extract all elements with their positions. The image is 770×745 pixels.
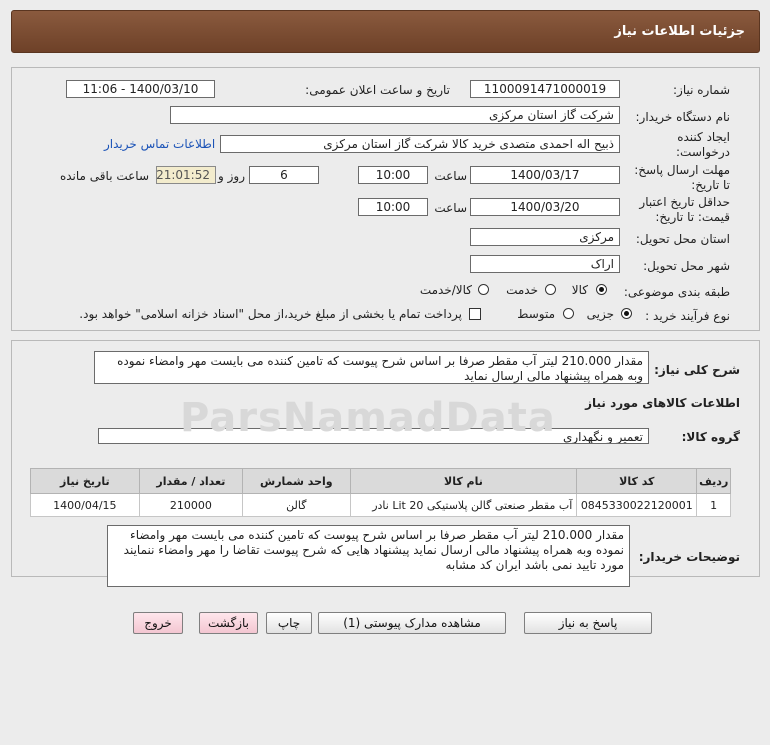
cell-row: 1 (696, 493, 731, 517)
reply-button[interactable]: پاسخ به نیاز (524, 612, 652, 634)
requester-label-line1: ایجاد کننده (677, 130, 730, 144)
cell-quantity: 210000 (138, 493, 244, 517)
category-option-goods-service: کالا/خدمت (419, 283, 472, 297)
delivery-province-label: استان محل تحویل: (635, 232, 730, 246)
remaining-time-label: ساعت باقی مانده (59, 169, 149, 183)
process-radio-minor[interactable] (621, 308, 632, 319)
price-validity-label-line2: قیمت: تا تاریخ: (655, 210, 730, 224)
buyer-org-label: نام دستگاه خریدار: (635, 110, 731, 124)
goods-group-label: گروه کالا: (681, 430, 740, 444)
col-row: ردیف (696, 468, 731, 494)
category-option-goods: کالا (571, 283, 588, 297)
reply-deadline-label-line2: تا تاریخ: (691, 178, 730, 192)
cell-need-date: 1400/04/15 (30, 493, 140, 517)
page-title: جزئیات اطلاعات نیاز (614, 24, 745, 39)
need-number-field: 1100091471000019 (470, 80, 620, 98)
price-validity-date-field: 1400/03/20 (470, 198, 620, 216)
delivery-province-field: مرکزی (470, 228, 620, 246)
buyer-notes-field: مقدار 210.000 لیتر آب مقطر صرفا بر اساس … (107, 525, 630, 587)
items-table: ردیف کد کالا نام کالا واحد شمارش تعداد /… (30, 468, 731, 517)
buyer-notes-label: توضیحات خریدار: (638, 550, 740, 564)
price-validity-time-field: 10:00 (358, 198, 428, 216)
cell-code: 0845330022120001 (576, 493, 698, 517)
reply-deadline-time-label: ساعت (434, 169, 467, 183)
col-unit: واحد شمارش (242, 468, 351, 494)
page-header: جزئیات اطلاعات نیاز (11, 10, 760, 53)
col-need-date: تاریخ نیاز (30, 468, 140, 494)
requester-field: ذبیح اله احمدی متصدی خرید کالا شرکت گاز … (220, 135, 620, 153)
remaining-time-field: 21:01:52 (156, 166, 216, 184)
purchase-process-label: نوع فرآیند خرید : (645, 309, 730, 323)
delivery-city-label: شهر محل تحویل: (643, 259, 730, 273)
cell-name: آب مقطر صنعتی گالن پلاستیکی 20 Lit نادر (349, 493, 578, 517)
goods-info-title: اطلاعات کالاهای مورد نیاز (585, 396, 740, 410)
announce-datetime-field: 1400/03/10 - 11:06 (66, 80, 215, 98)
goods-group-field: تعمیر و نگهداری (98, 428, 649, 444)
need-number-label: شماره نیاز: (673, 83, 730, 97)
description-label: شرح کلی نیاز: (654, 363, 740, 377)
col-name: نام کالا (349, 468, 578, 494)
process-option-minor: جزیی (586, 307, 614, 321)
col-quantity: تعداد / مقدار (138, 468, 244, 494)
category-radio-service[interactable] (545, 284, 556, 295)
remaining-days-label: روز و (218, 169, 245, 183)
buyer-org-field: شرکت گاز استان مرکزی (170, 106, 620, 124)
buyer-contact-link[interactable]: اطلاعات تماس خریدار (104, 137, 215, 151)
exit-button[interactable]: خروج (133, 612, 183, 634)
category-label: طبقه بندی موضوعی: (623, 285, 730, 299)
cell-unit: گالن (242, 493, 351, 517)
treasury-payment-note: پرداخت تمام یا بخشی از مبلغ خرید،از محل … (79, 307, 462, 321)
process-option-medium: متوسط (517, 307, 555, 321)
remaining-days-field: 6 (249, 166, 319, 184)
view-attachments-button[interactable]: مشاهده مدارک پیوستی (1) (318, 612, 506, 634)
table-row: 1 0845330022120001 آب مقطر صنعتی گالن پل… (30, 493, 731, 517)
price-validity-time-label: ساعت (434, 201, 467, 215)
requester-label-line2: درخواست: (676, 145, 730, 159)
reply-deadline-date-field: 1400/03/17 (470, 166, 620, 184)
col-code: کد کالا (576, 468, 698, 494)
treasury-payment-checkbox[interactable] (469, 308, 481, 320)
process-radio-medium[interactable] (563, 308, 574, 319)
delivery-city-field: اراک (470, 255, 620, 273)
category-option-service: خدمت (506, 283, 538, 297)
category-radio-goods-service[interactable] (478, 284, 489, 295)
back-button[interactable]: بازگشت (199, 612, 258, 634)
reply-deadline-time-field: 10:00 (358, 166, 428, 184)
description-field: مقدار 210.000 لیتر آب مقطر صرفا بر اساس … (94, 351, 649, 384)
category-radio-goods[interactable] (596, 284, 607, 295)
announce-datetime-label: تاریخ و ساعت اعلان عمومی: (305, 83, 450, 97)
print-button[interactable]: چاپ (266, 612, 312, 634)
reply-deadline-label-line1: مهلت ارسال پاسخ: (634, 163, 730, 177)
price-validity-label-line1: حداقل تاریخ اعتبار (639, 195, 730, 209)
